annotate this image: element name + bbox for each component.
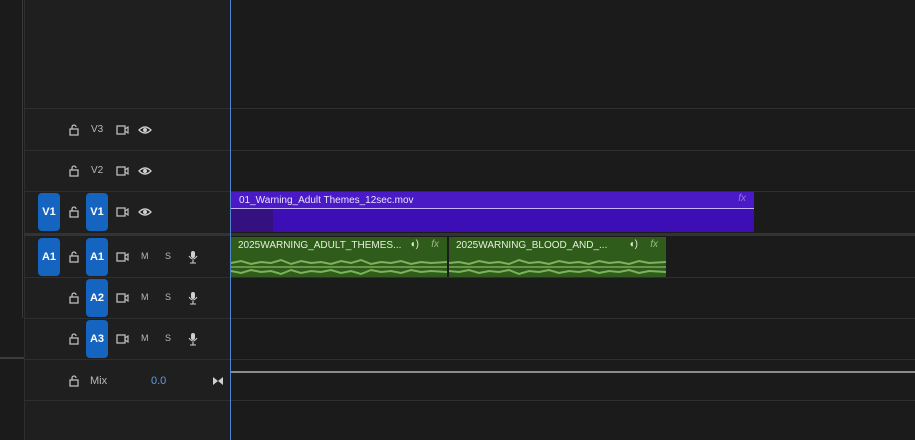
track-label: V3	[91, 124, 104, 135]
mute-button[interactable]: M	[141, 292, 149, 302]
source-patch-v1[interactable]: V1	[38, 193, 60, 231]
video-audio-divider	[24, 233, 915, 236]
speaker-icon: ◖)	[628, 239, 638, 250]
microphone-icon[interactable]	[186, 291, 200, 305]
lock-icon[interactable]	[67, 205, 81, 219]
left-panel-edge	[0, 0, 24, 440]
microphone-icon[interactable]	[186, 332, 200, 346]
lock-icon[interactable]	[67, 291, 81, 305]
clip-name: 2025WARNING_BLOOD_AND_...	[456, 240, 608, 251]
sync-lock-icon[interactable]	[115, 205, 129, 219]
track-target-a2[interactable]: A2	[86, 279, 108, 317]
mix-track-line	[231, 371, 915, 373]
sync-lock-icon[interactable]	[115, 291, 129, 305]
mix-label: Mix	[90, 375, 108, 387]
speaker-icon: ◖)	[409, 239, 419, 250]
solo-button[interactable]: S	[165, 251, 171, 261]
track-target-a1[interactable]: A1	[86, 238, 108, 276]
mute-button[interactable]: M	[141, 251, 149, 261]
lock-icon[interactable]	[67, 123, 81, 137]
sync-lock-icon[interactable]	[115, 164, 129, 178]
track-divider	[24, 400, 915, 401]
track-divider	[24, 108, 915, 109]
lock-icon[interactable]	[67, 164, 81, 178]
lock-icon[interactable]	[67, 250, 81, 264]
clip-thumbnail	[231, 209, 273, 232]
track-target-v1[interactable]: V1	[86, 193, 108, 231]
audio-waveform	[449, 255, 666, 277]
video-clip[interactable]: 01_Warning_Adult Themes_12sec.mov fx	[231, 192, 754, 232]
track-divider	[24, 359, 915, 360]
bowtie-icon[interactable]	[211, 374, 225, 388]
fx-badge: fx	[650, 239, 658, 250]
microphone-icon[interactable]	[186, 250, 200, 264]
clip-header: 01_Warning_Adult Themes_12sec.mov fx	[231, 192, 754, 209]
sync-lock-icon[interactable]	[115, 332, 129, 346]
solo-button[interactable]: S	[165, 292, 171, 302]
sync-lock-icon[interactable]	[115, 123, 129, 137]
panel-divider	[0, 357, 24, 359]
eye-icon[interactable]	[138, 205, 152, 219]
clip-header: 2025WARNING_BLOOD_AND_... ◖) fx	[449, 237, 666, 255]
sync-lock-icon[interactable]	[115, 250, 129, 264]
fx-badge: fx	[738, 193, 746, 204]
track-divider	[24, 150, 915, 151]
mix-volume-value[interactable]: 0.0	[151, 375, 166, 387]
lock-icon[interactable]	[67, 374, 81, 388]
clip-name: 2025WARNING_ADULT_THEMES...	[238, 240, 402, 251]
track-divider	[24, 318, 915, 319]
track-label: V2	[91, 165, 104, 176]
source-patch-a1[interactable]: A1	[38, 238, 60, 276]
clip-header: 2025WARNING_ADULT_THEMES... ◖) fx	[231, 237, 447, 255]
audio-clip[interactable]: 2025WARNING_BLOOD_AND_... ◖) fx	[449, 237, 666, 277]
mute-button[interactable]: M	[141, 333, 149, 343]
eye-icon[interactable]	[138, 164, 152, 178]
panel-divider	[22, 0, 23, 318]
solo-button[interactable]: S	[165, 333, 171, 343]
track-target-a3[interactable]: A3	[86, 320, 108, 358]
audio-clip[interactable]: 2025WARNING_ADULT_THEMES... ◖) fx	[231, 237, 447, 277]
audio-waveform	[231, 255, 447, 277]
track-divider	[24, 277, 915, 278]
fx-badge: fx	[431, 239, 439, 250]
eye-icon[interactable]	[138, 123, 152, 137]
lock-icon[interactable]	[67, 332, 81, 346]
clip-name: 01_Warning_Adult Themes_12sec.mov	[239, 195, 414, 206]
